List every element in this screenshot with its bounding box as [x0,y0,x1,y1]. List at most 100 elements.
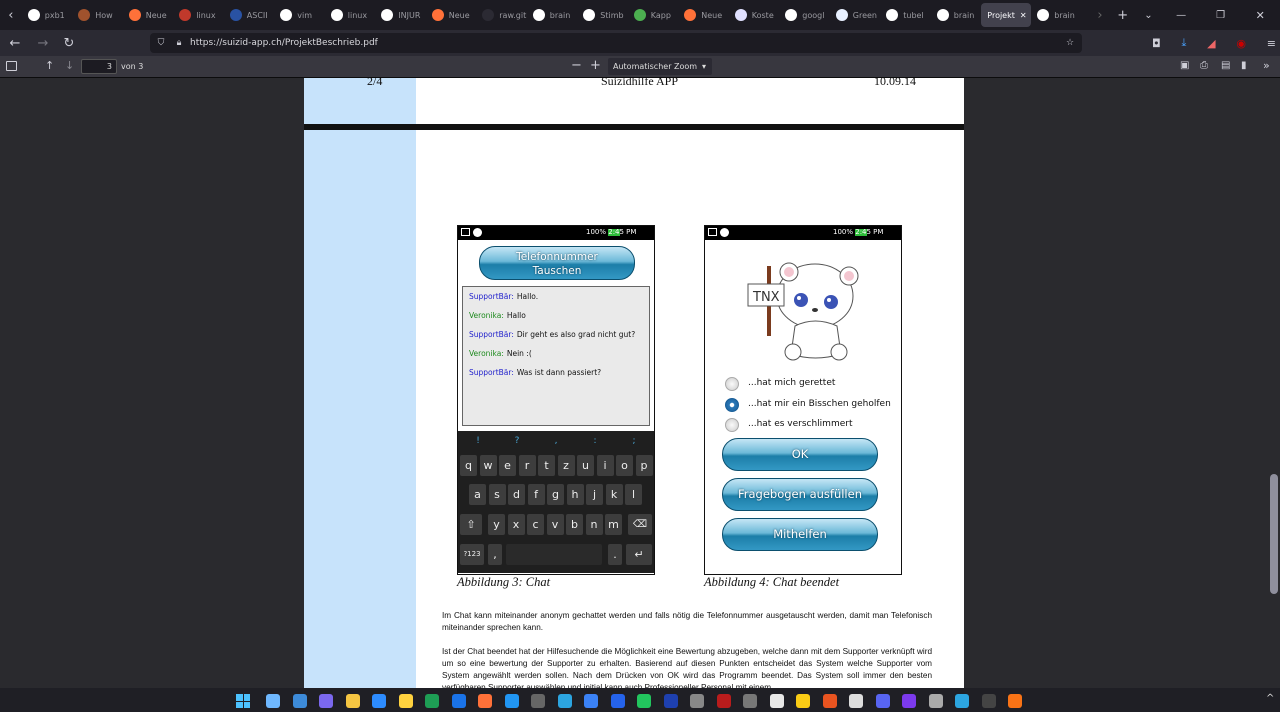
keyboard-key[interactable]: p [635,455,653,476]
previous-page-icon[interactable]: ↑ [45,59,54,72]
keyboard-key[interactable]: r [518,455,536,476]
taskbar-app-icon[interactable] [451,694,466,708]
url-text[interactable]: https://suizid-app.ch/ProjektBeschrieb.p… [190,38,378,48]
browser-tab[interactable]: tubel [880,0,931,30]
keyboard-key[interactable]: a [469,484,486,505]
taskbar-app-icon[interactable] [902,694,916,708]
enter-key[interactable]: ↵ [626,544,652,565]
keyboard-key[interactable]: n [585,514,603,535]
keyboard-key[interactable]: v [546,514,564,535]
browser-tab[interactable]: Neue [123,0,174,30]
tray-expand-icon[interactable]: ^ [1266,693,1274,704]
next-page-icon[interactable]: ↓ [65,59,74,72]
save-icon[interactable]: ▤ [1221,60,1230,71]
ublock-icon[interactable]: ◉ [1236,37,1246,50]
keyboard-key[interactable]: z [557,455,575,476]
forward-button[interactable]: → [30,36,56,51]
suggestion-key[interactable]: ! [468,433,488,449]
browser-tab[interactable]: INJUR [375,0,426,30]
keyboard-key[interactable]: l [625,484,642,505]
keyboard-key[interactable]: y [488,514,505,535]
browser-tab[interactable]: brain [1031,0,1082,30]
suggestion-key[interactable]: : [585,433,605,449]
taskbar-app-icon[interactable] [637,694,651,708]
browser-tab[interactable]: Koste [729,0,780,30]
scrollbar-thumb[interactable] [1270,474,1278,594]
download-icon[interactable]: ⤓ [1181,36,1186,50]
minimize-button[interactable]: — [1161,10,1201,21]
taskbar-app-icon[interactable] [981,694,996,708]
keyboard-key[interactable]: f [527,484,545,505]
new-tab-button[interactable]: + [1110,8,1136,23]
shield-icon[interactable]: ⛉ [150,38,172,48]
browser-tab[interactable]: How [72,0,123,30]
taskbar-app-icon[interactable] [796,694,810,708]
bookmark-icon[interactable]: ▮ [1241,60,1247,71]
suggestion-key[interactable]: ? [507,433,527,449]
browser-tab[interactable]: Neue [426,0,477,30]
space-key[interactable] [506,544,602,565]
close-tab-icon[interactable]: ✕ [1020,11,1027,20]
taskbar-app-icon[interactable] [584,694,598,708]
rating-radio[interactable] [725,418,739,432]
suggestion-key[interactable]: , [546,433,566,449]
windows-start-icon[interactable] [236,694,250,708]
rating-radio[interactable] [725,397,739,412]
browser-tab[interactable]: Stimb [577,0,628,30]
taskbar-app-icon[interactable] [372,694,386,708]
lock-icon[interactable]: 🔒︎ [172,38,186,48]
keyboard-key[interactable]: d [508,484,525,505]
taskbar-app-icon[interactable] [319,694,333,708]
taskbar-app-icon[interactable] [425,694,439,708]
tab-list-button[interactable]: ⌄ [1136,10,1162,21]
taskbar-app-icon[interactable] [531,694,545,708]
browser-tab[interactable]: Green [830,0,881,30]
browser-tab[interactable]: googl [779,0,830,30]
keyboard-key[interactable]: t [538,455,555,476]
taskbar-app-icon[interactable] [822,694,837,708]
browser-tab[interactable]: Kapp [628,0,679,30]
swap-phone-number-button[interactable]: Telefonnummer Tauschen [479,246,635,280]
keyboard-key[interactable]: u [577,455,594,476]
taskbar-app-icon[interactable] [849,694,863,708]
taskbar-app-icon[interactable] [743,694,757,708]
taskbar-app-icon[interactable] [292,694,307,708]
reload-button[interactable]: ↻ [56,36,82,51]
fill-questionnaire-button[interactable]: Fragebogen ausfüllen [722,478,878,511]
keyboard-key[interactable]: i [596,455,614,476]
keyboard-key[interactable]: w [479,455,497,476]
presentation-icon[interactable]: ▣ [1180,60,1189,71]
browser-tab[interactable]: Projekt ✕ [981,3,1032,27]
taskbar-app-icon[interactable] [663,694,678,708]
rating-radio[interactable] [725,377,739,391]
taskbar-app-icon[interactable] [398,694,413,708]
period-key[interactable]: . [608,544,622,565]
tab-scroll-left-button[interactable]: ‹ [0,8,22,23]
taskbar-app-icon[interactable] [928,694,943,708]
taskbar-app-icon[interactable] [955,694,969,708]
browser-tab[interactable]: linux [173,0,224,30]
keyboard-key[interactable]: g [547,484,564,505]
keyboard-key[interactable]: o [616,455,633,476]
keyboard-key[interactable]: b [566,514,583,535]
extension-icon[interactable]: ◢ [1207,37,1215,50]
browser-tab[interactable]: raw.githul [476,0,527,30]
keyboard-key[interactable]: h [566,484,584,505]
browser-tab[interactable]: brain [931,0,982,30]
suggestion-key[interactable]: ; [624,433,644,449]
keyboard-key[interactable]: c [527,514,544,535]
url-bar[interactable]: ⛉ 🔒︎ https://suizid-app.ch/ProjektBeschr… [150,33,1082,53]
browser-tab[interactable]: ASCII [224,0,275,30]
taskbar-app-icon[interactable] [266,694,280,708]
taskbar-app-icon[interactable] [504,694,519,708]
shift-key[interactable]: ⇧ [460,514,482,535]
restore-button[interactable]: ❐ [1201,10,1241,21]
sidebar-toggle-icon[interactable] [6,61,17,71]
taskbar-app-icon[interactable] [1008,694,1022,708]
backspace-key[interactable]: ⌫ [628,514,652,535]
menu-icon[interactable]: ≡ [1267,37,1276,50]
browser-tab[interactable]: Neue [678,0,729,30]
comma-key[interactable]: , [488,544,502,565]
back-button[interactable]: ← [0,36,30,51]
browser-tab[interactable]: pxb1 [22,0,73,30]
